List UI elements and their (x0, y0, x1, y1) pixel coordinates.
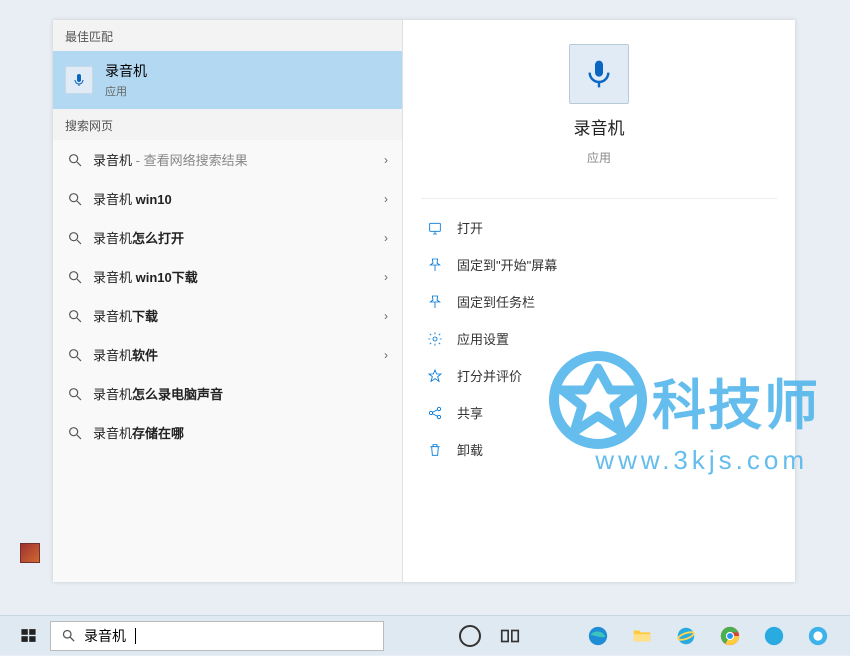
web-result-item[interactable]: 录音机存储在哪 (53, 413, 402, 452)
cortana-button[interactable] (450, 616, 490, 656)
edge-button[interactable] (578, 616, 618, 656)
web-result-text: 录音机 win10下载 (93, 267, 198, 286)
action-label: 应用设置 (457, 329, 509, 348)
chevron-right-icon: › (384, 348, 388, 362)
web-result-text: 录音机怎么录电脑声音 (93, 384, 223, 403)
web-result-item[interactable]: 录音机 win10 › (53, 179, 402, 218)
web-result-item[interactable]: 录音机怎么录电脑声音 (53, 374, 402, 413)
taskbar: 录音机 (0, 615, 850, 655)
pin-start-icon (427, 257, 443, 273)
web-result-item[interactable]: 录音机软件 › (53, 335, 402, 374)
app-button[interactable] (754, 616, 794, 656)
action-pin-start[interactable]: 固定到"开始"屏幕 (403, 246, 795, 283)
web-result-item[interactable]: 录音机怎么打开 › (53, 218, 402, 257)
action-label: 打开 (457, 218, 483, 237)
rate-icon (427, 368, 443, 384)
details-header: 录音机 应用 (403, 44, 795, 184)
circle-icon (459, 625, 481, 647)
web-result-text: 录音机下载 (93, 306, 158, 325)
windows-icon (20, 627, 37, 644)
text-cursor (135, 628, 136, 644)
uninstall-icon (427, 442, 443, 458)
app-button-2[interactable] (798, 616, 838, 656)
chevron-right-icon: › (384, 270, 388, 284)
web-result-item[interactable]: 录音机 - 查看网络搜索结果 › (53, 140, 402, 179)
search-icon (67, 191, 83, 207)
task-view-button[interactable] (490, 616, 530, 656)
search-input-text: 录音机 (84, 626, 126, 646)
chevron-right-icon: › (384, 231, 388, 245)
action-settings[interactable]: 应用设置 (403, 320, 795, 357)
best-match-header: 最佳匹配 (53, 20, 402, 51)
action-label: 共享 (457, 403, 483, 422)
action-pin-taskbar[interactable]: 固定到任务栏 (403, 283, 795, 320)
pin-taskbar-icon (427, 294, 443, 310)
web-result-item[interactable]: 录音机下载 › (53, 296, 402, 335)
start-button[interactable] (6, 616, 50, 656)
action-open[interactable]: 打开 (403, 209, 795, 246)
best-match-subtitle: 应用 (105, 83, 147, 99)
action-uninstall[interactable]: 卸载 (403, 431, 795, 468)
web-result-item[interactable]: 录音机 win10下载 › (53, 257, 402, 296)
web-result-text: 录音机存储在哪 (93, 423, 184, 442)
search-icon (61, 628, 76, 643)
search-icon (67, 425, 83, 441)
action-share[interactable]: 共享 (403, 394, 795, 431)
web-results-list: 录音机 - 查看网络搜索结果›录音机 win10›录音机怎么打开›录音机 win… (53, 140, 402, 452)
best-match-item[interactable]: 录音机 应用 (53, 51, 402, 109)
settings-icon (427, 331, 443, 347)
results-column: 最佳匹配 录音机 应用 搜索网页 录音机 - 查看网络搜索结果›录音机 win1… (53, 20, 403, 582)
best-match-title: 录音机 (105, 61, 147, 81)
action-label: 固定到任务栏 (457, 292, 535, 311)
web-results-header: 搜索网页 (53, 109, 402, 140)
details-subtitle: 应用 (587, 149, 611, 166)
actions-list: 打开固定到"开始"屏幕固定到任务栏应用设置打分并评价共享卸载 (403, 209, 795, 468)
search-icon (67, 152, 83, 168)
open-icon (427, 220, 443, 236)
action-label: 打分并评价 (457, 366, 522, 385)
chevron-right-icon: › (384, 153, 388, 167)
task-view-icon (499, 625, 521, 647)
action-label: 卸载 (457, 440, 483, 459)
chevron-right-icon: › (384, 309, 388, 323)
blue-globe-icon (807, 625, 829, 647)
search-icon (67, 308, 83, 324)
details-column: 录音机 应用 打开固定到"开始"屏幕固定到任务栏应用设置打分并评价共享卸载 (403, 20, 795, 582)
divider (421, 198, 777, 199)
voice-recorder-icon (65, 66, 93, 94)
voice-recorder-icon (569, 44, 629, 104)
web-result-text: 录音机 - 查看网络搜索结果 (93, 150, 248, 169)
chevron-right-icon: › (384, 192, 388, 206)
web-result-text: 录音机 win10 (93, 189, 172, 208)
taskbar-search-box[interactable]: 录音机 (50, 621, 384, 651)
web-result-text: 录音机怎么打开 (93, 228, 184, 247)
action-label: 固定到"开始"屏幕 (457, 255, 557, 274)
blue-circle-icon (763, 625, 785, 647)
chrome-button[interactable] (710, 616, 750, 656)
folder-icon (631, 625, 653, 647)
search-icon (67, 386, 83, 402)
chrome-icon (719, 625, 741, 647)
pinned-app-icon[interactable] (20, 543, 40, 563)
edge-icon (587, 625, 609, 647)
action-rate[interactable]: 打分并评价 (403, 357, 795, 394)
web-result-text: 录音机软件 (93, 345, 158, 364)
search-icon (67, 230, 83, 246)
ie-icon (675, 625, 697, 647)
share-icon (427, 405, 443, 421)
details-title: 录音机 (574, 114, 625, 139)
search-icon (67, 347, 83, 363)
start-search-panel: 最佳匹配 录音机 应用 搜索网页 录音机 - 查看网络搜索结果›录音机 win1… (53, 20, 795, 582)
ie-button[interactable] (666, 616, 706, 656)
file-explorer-button[interactable] (622, 616, 662, 656)
search-icon (67, 269, 83, 285)
